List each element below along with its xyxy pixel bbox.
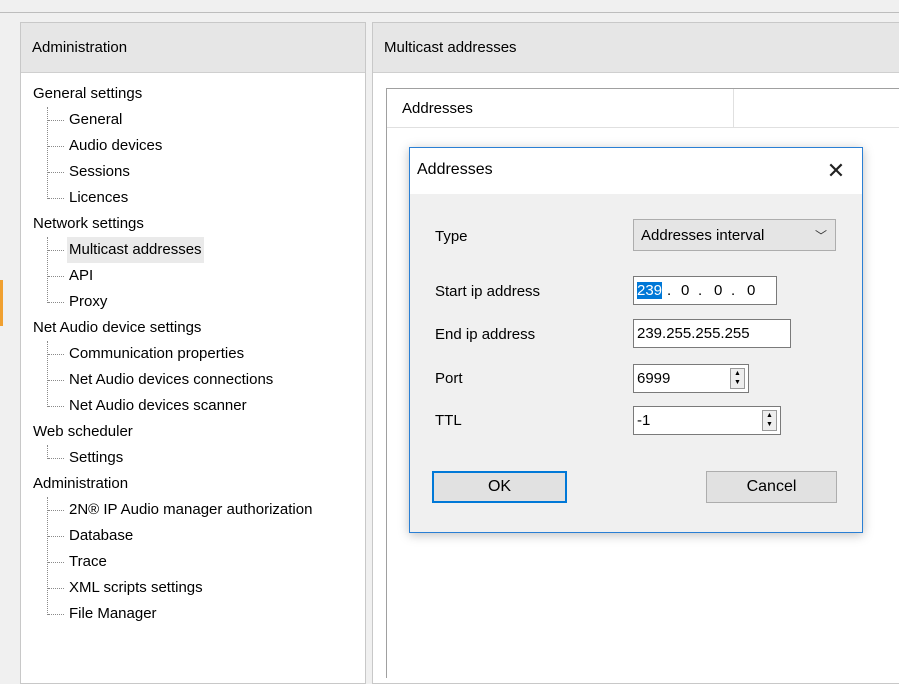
grid-column-addresses[interactable]: Addresses	[402, 100, 473, 117]
start-ip-octet-2[interactable]: 0	[681, 282, 689, 299]
window-edge-accent	[0, 280, 3, 326]
port-label: Port	[435, 370, 463, 387]
ip-dot: .	[731, 282, 736, 299]
tree-item-net-audio-devices-connections[interactable]: Net Audio devices connections	[67, 367, 275, 393]
tree-item-xml-scripts-settings[interactable]: XML scripts settings	[67, 575, 205, 601]
type-dropdown[interactable]: Addresses interval ﹀	[633, 219, 836, 251]
tree-item-trace[interactable]: Trace	[67, 549, 109, 575]
tree-item-proxy[interactable]: Proxy	[67, 289, 109, 315]
tree-category-general-settings[interactable]: General settings	[33, 81, 142, 107]
tree-item-manager-authorization[interactable]: 2N® IP Audio manager authorization	[67, 497, 314, 523]
end-ip-value: 239.255.255.255	[637, 325, 750, 342]
dialog-title: Addresses	[417, 161, 493, 178]
ip-dot: .	[667, 282, 672, 299]
tree-category-administration[interactable]: Administration	[33, 471, 128, 497]
tree-item-file-manager[interactable]: File Manager	[67, 601, 159, 627]
tree-category-web-scheduler[interactable]: Web scheduler	[33, 419, 133, 445]
ttl-spin-buttons[interactable]: ▲ ▼	[762, 410, 777, 431]
tree-item-api[interactable]: API	[67, 263, 95, 289]
dialog-title-bar[interactable]: Addresses ✕	[410, 148, 862, 194]
tree-category-net-audio-device-settings[interactable]: Net Audio device settings	[33, 315, 201, 341]
tree-item-scheduler-settings[interactable]: Settings	[67, 445, 125, 471]
spin-up-icon[interactable]: ▲	[763, 411, 776, 420]
navigation-panel-header: Administration	[21, 23, 365, 73]
tree-item-multicast-addresses[interactable]: Multicast addresses	[67, 237, 204, 263]
ttl-stepper[interactable]: -1 ▲ ▼	[633, 406, 781, 435]
tree-item-sessions[interactable]: Sessions	[67, 159, 132, 185]
close-icon[interactable]: ✕	[820, 155, 852, 187]
tree-category-network-settings[interactable]: Network settings	[33, 211, 144, 237]
ttl-value: -1	[637, 412, 651, 429]
tree-item-database[interactable]: Database	[67, 523, 135, 549]
port-value: 6999	[637, 370, 671, 387]
grid-column-separator[interactable]	[733, 89, 734, 127]
tree-item-net-audio-devices-scanner[interactable]: Net Audio devices scanner	[67, 393, 249, 419]
spin-down-icon[interactable]: ▼	[731, 378, 744, 387]
content-panel-header: Multicast addresses	[373, 23, 899, 73]
port-spin-buttons[interactable]: ▲ ▼	[730, 368, 745, 389]
window-top-edge	[0, 0, 899, 13]
ttl-label: TTL	[435, 412, 462, 429]
addresses-dialog: Addresses ✕ Type Addresses interval ﹀ St…	[409, 147, 863, 533]
type-dropdown-value: Addresses interval	[641, 227, 765, 244]
end-ip-label: End ip address	[435, 326, 536, 343]
start-ip-label: Start ip address	[435, 283, 541, 300]
port-stepper[interactable]: 6999 ▲ ▼	[633, 364, 749, 393]
start-ip-octet-1[interactable]: 239	[637, 282, 663, 299]
start-ip-octet-3[interactable]: 0	[714, 282, 722, 299]
tree-item-licences[interactable]: Licences	[67, 185, 130, 211]
navigation-panel: Administration General settings General …	[20, 22, 366, 684]
grid-header: Addresses	[387, 89, 899, 128]
chevron-down-icon: ﹀	[814, 229, 827, 243]
spin-down-icon[interactable]: ▼	[763, 420, 776, 429]
start-ip-field[interactable]: 239 . 0 . 0 . 0	[633, 276, 777, 305]
ip-dot: .	[698, 282, 703, 299]
tree-item-audio-devices[interactable]: Audio devices	[67, 133, 164, 159]
ok-button[interactable]: OK	[432, 471, 567, 503]
start-ip-octet-4[interactable]: 0	[747, 282, 755, 299]
cancel-button[interactable]: Cancel	[706, 471, 837, 503]
tree-item-general[interactable]: General	[67, 107, 124, 133]
tree-item-communication-properties[interactable]: Communication properties	[67, 341, 246, 367]
type-label: Type	[435, 228, 468, 245]
spin-up-icon[interactable]: ▲	[731, 369, 744, 378]
end-ip-field[interactable]: 239.255.255.255	[633, 319, 791, 348]
